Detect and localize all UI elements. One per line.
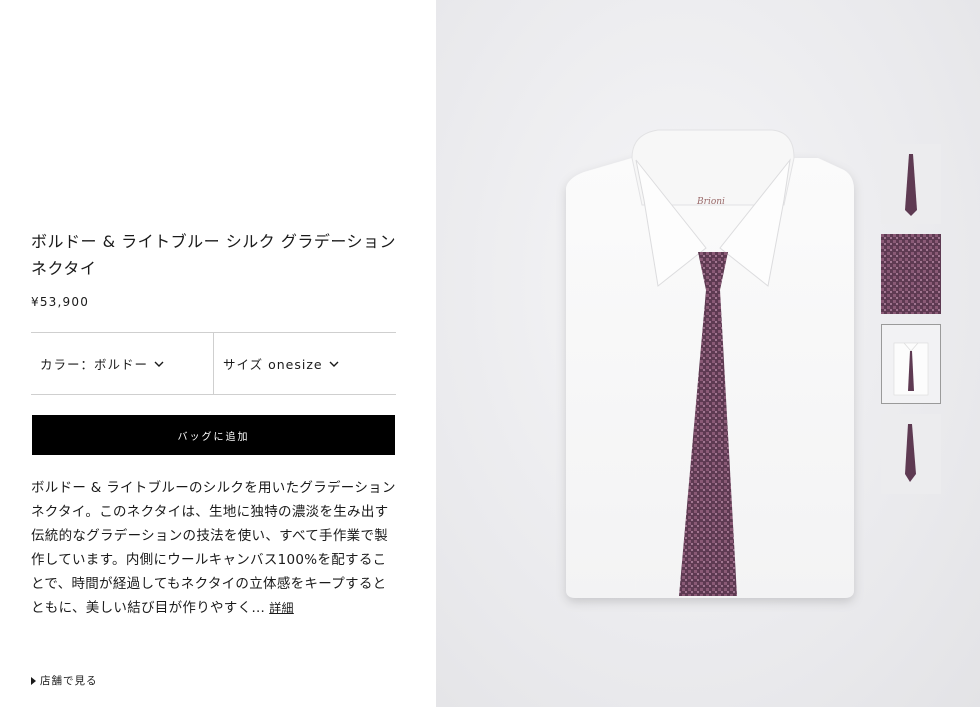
color-selector[interactable]: カラー：ボルドー [31, 333, 213, 394]
chevron-down-icon [154, 356, 164, 371]
variant-selectors: カラー：ボルドー サイズ onesize [31, 332, 396, 395]
product-title: ボルドー & ライトブルー シルク グラデーション ネクタイ [31, 232, 397, 278]
collar-brand-label: Brioni [696, 197, 725, 207]
product-price: ¥53,900 [31, 295, 90, 309]
tie-icon [905, 424, 916, 482]
color-selector-label: カラー：ボルドー [40, 357, 149, 372]
product-description: ボルドー & ライトブルーのシルクを用いたグラデーション ネクタイ。このネクタイ… [31, 476, 396, 620]
add-to-bag-button[interactable]: バッグに追加 [32, 415, 395, 455]
fabric-swatch-icon [881, 234, 941, 314]
read-more-link[interactable]: 詳細 [269, 601, 294, 615]
product-info-panel: ボルドー & ライトブルー シルク グラデーション ネクタイ ¥53,900 カ… [0, 0, 436, 707]
size-selector-label: サイズ onesize [223, 357, 323, 372]
shirt-icon [893, 342, 929, 396]
find-in-store-label: 店舗で見る [40, 675, 98, 687]
chevron-down-icon [329, 356, 339, 371]
product-gallery: Brioni [436, 0, 980, 707]
thumbnail-tie-side[interactable] [881, 414, 941, 494]
description-text: ボルドー & ライトブルーのシルクを用いたグラデーション ネクタイ。このネクタイ… [31, 480, 396, 616]
size-selector[interactable]: サイズ onesize [213, 333, 396, 394]
thumbnail-tie-with-shirt[interactable] [881, 324, 941, 404]
find-in-store-link[interactable]: 店舗で見る [31, 673, 98, 688]
tie-icon [905, 154, 917, 216]
caret-right-icon [31, 676, 36, 685]
thumbnail-tie-full[interactable] [881, 144, 941, 224]
thumbnail-fabric-closeup[interactable] [881, 234, 941, 314]
